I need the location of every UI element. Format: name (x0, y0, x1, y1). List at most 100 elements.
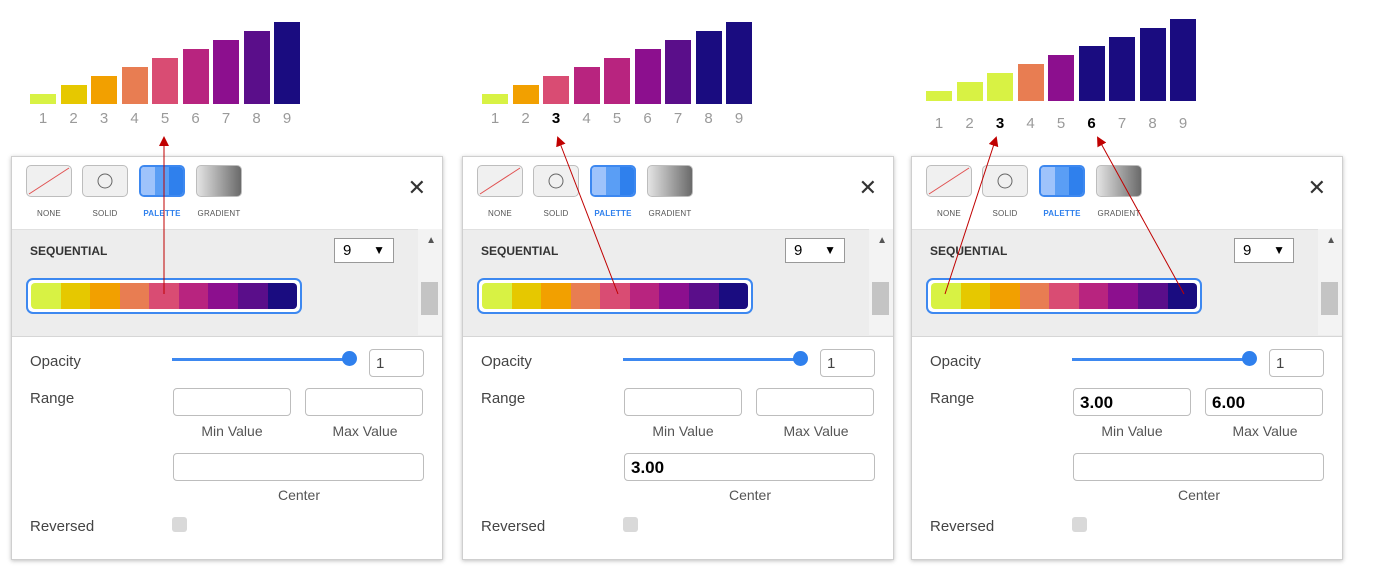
chart-bar (1109, 37, 1135, 101)
min-value-input[interactable] (624, 388, 742, 416)
scroll-thumb[interactable] (872, 282, 889, 315)
palette-icon (590, 165, 636, 197)
center-caption: Center (277, 487, 321, 503)
scroll-up-icon[interactable]: ▲ (1326, 235, 1336, 246)
palette-option-selected[interactable] (926, 278, 1202, 314)
circle-icon (82, 165, 128, 197)
palette-color-cell (931, 283, 961, 309)
chart-tick-label: 4 (130, 110, 139, 127)
min-value: 3.00 (1080, 393, 1114, 412)
reversed-checkbox[interactable] (1072, 517, 1087, 532)
max-value-input[interactable]: 6.00 (1205, 388, 1323, 416)
max-value-input[interactable] (305, 388, 423, 416)
fill-none-label: NONE (937, 209, 961, 218)
circle-icon (982, 165, 1028, 197)
fill-gradient-label: GRADIENT (1097, 209, 1141, 218)
fill-gradient-button[interactable]: GRADIENT (1096, 165, 1142, 218)
min-value-input[interactable] (173, 388, 291, 416)
palette-panel-1: NONE SOLID PALETTE GRADIENT ✕ SEQUENTIAL… (11, 156, 443, 560)
fill-solid-button[interactable]: SOLID (982, 165, 1028, 218)
fill-none-button[interactable]: NONE (477, 165, 523, 218)
palette-color-cell (1078, 283, 1109, 309)
variant-1: 1 2 3 4 5 6 7 8 9 NONE SOLID PALETTE GRADIENT ✕ … (0, 0, 443, 567)
scroll-up-icon[interactable]: ▲ (877, 235, 887, 246)
palette-option-selected[interactable] (477, 278, 753, 314)
color-count-select[interactable]: 9 ▼ (1234, 238, 1294, 263)
scroll-thumb[interactable] (421, 282, 438, 315)
close-icon[interactable]: ✕ (408, 177, 426, 199)
chart-tick-label: 4 (1026, 115, 1035, 132)
opacity-slider[interactable] (623, 358, 801, 361)
opacity-slider-handle[interactable] (342, 351, 357, 366)
fill-gradient-button[interactable]: GRADIENT (647, 165, 693, 218)
min-value-caption: Min Value (1101, 423, 1163, 439)
chart-bar (573, 67, 600, 104)
palette-option-selected[interactable] (26, 278, 302, 314)
fill-solid-label: SOLID (992, 209, 1018, 218)
chart-tick-label: 9 (282, 110, 292, 127)
color-count-value: 9 (1243, 242, 1252, 259)
palette-color-cell (1108, 283, 1138, 309)
chart-tick-label: 8 (252, 110, 261, 127)
max-value-input[interactable] (756, 388, 874, 416)
palette-color-cell (511, 283, 542, 309)
fill-gradient-button[interactable]: GRADIENT (196, 165, 242, 218)
opacity-slider[interactable] (1072, 358, 1250, 361)
reversed-label: Reversed (481, 518, 546, 535)
palette-panel-3: NONE SOLID PALETTE GRADIENT ✕ SEQUENTIAL… (911, 156, 1343, 560)
opacity-input[interactable]: 1 (1269, 349, 1324, 377)
center-input[interactable] (173, 453, 424, 481)
center-input[interactable] (1073, 453, 1324, 481)
fill-palette-button[interactable]: PALETTE (590, 165, 636, 218)
chart-bar (987, 73, 1013, 101)
color-count-select[interactable]: 9 ▼ (334, 238, 394, 263)
reversed-checkbox[interactable] (172, 517, 187, 532)
palette-color-cell (629, 283, 660, 309)
fill-solid-button[interactable]: SOLID (533, 165, 579, 218)
palette-color-cell (119, 283, 150, 309)
color-count-select[interactable]: 9 ▼ (785, 238, 845, 263)
opacity-slider[interactable] (172, 358, 350, 361)
scroll-up-icon[interactable]: ▲ (426, 235, 436, 246)
chart-bar (91, 76, 117, 104)
chart-tick-label: 1 (490, 110, 500, 127)
min-value-input[interactable]: 3.00 (1073, 388, 1191, 416)
chart-bar (695, 31, 722, 104)
fill-palette-button[interactable]: PALETTE (139, 165, 185, 218)
opacity-slider-handle[interactable] (1242, 351, 1257, 366)
fill-palette-button[interactable]: PALETTE (1039, 165, 1085, 218)
chart-bar (726, 22, 752, 104)
opacity-input[interactable]: 1 (369, 349, 424, 377)
chart-tick-label: 7 (221, 110, 231, 127)
opacity-slider-handle[interactable] (793, 351, 808, 366)
reversed-checkbox[interactable] (623, 517, 638, 532)
fill-none-label: NONE (37, 209, 61, 218)
opacity-input[interactable]: 1 (820, 349, 875, 377)
sequential-label: SEQUENTIAL (930, 244, 1008, 258)
chart-tick-label: 8 (1148, 115, 1157, 132)
chart-bar (1048, 55, 1074, 101)
chart-tick-label: 5 (160, 110, 170, 127)
palette-icon (1039, 165, 1085, 197)
center-input[interactable]: 3.00 (624, 453, 875, 481)
palette-cells (482, 283, 748, 309)
scroll-thumb[interactable] (1321, 282, 1338, 315)
close-icon[interactable]: ✕ (1308, 177, 1326, 199)
opacity-value: 1 (827, 355, 836, 372)
palette-color-cell (482, 283, 512, 309)
chart-tick-label: 4 (582, 110, 591, 127)
circle-icon (533, 165, 579, 197)
fill-none-button[interactable]: NONE (26, 165, 72, 218)
palette-color-cell (1019, 283, 1050, 309)
opacity-label: Opacity (481, 353, 532, 370)
close-icon[interactable]: ✕ (859, 177, 877, 199)
palette-color-cell (1137, 283, 1168, 309)
fill-solid-button[interactable]: SOLID (82, 165, 128, 218)
fill-none-button[interactable]: NONE (926, 165, 972, 218)
none-icon (477, 165, 523, 197)
chart-bar (512, 85, 539, 104)
palette-icon (139, 165, 185, 197)
sequential-label: SEQUENTIAL (481, 244, 559, 258)
chart-tick-label: 3 (99, 110, 109, 127)
gradient-icon (1096, 165, 1142, 197)
